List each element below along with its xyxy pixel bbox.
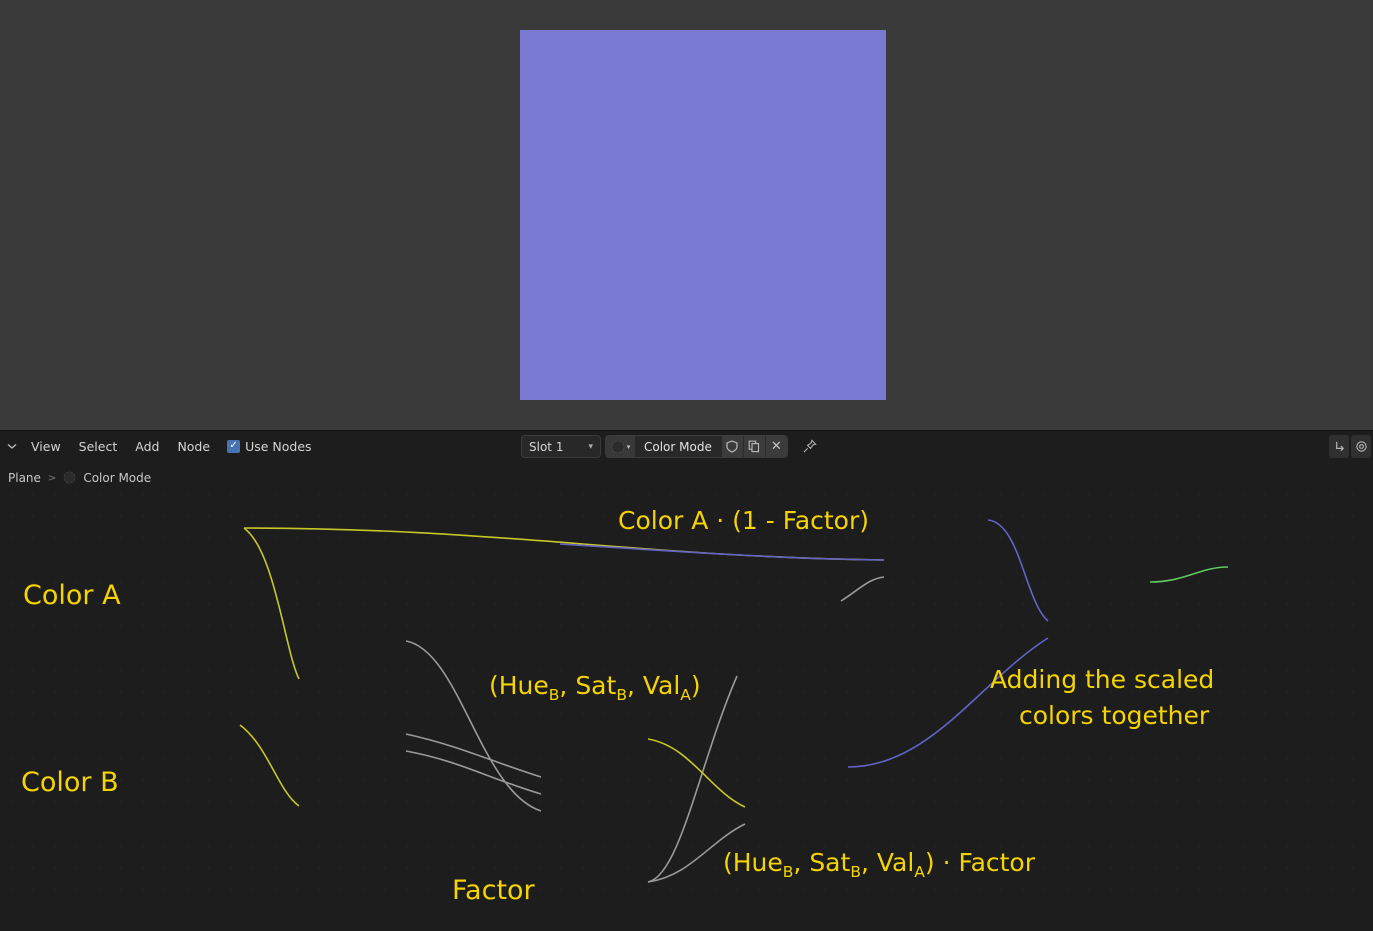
formula-sub-b1: B <box>782 863 794 881</box>
annotation-formula-hsv: (HueB, SatB, ValA) <box>489 670 701 705</box>
breadcrumb-material[interactable]: Color Mode <box>83 471 151 485</box>
checkmark-icon: ✓ <box>227 439 241 453</box>
formula-part-2: , Sat <box>559 671 617 700</box>
breadcrumb-separator: > <box>47 472 57 484</box>
menu-view[interactable]: View <box>22 436 70 457</box>
formula-sub-a: A <box>914 863 925 881</box>
annotation-color-b: Color B <box>21 767 119 798</box>
pin-icon[interactable] <box>798 435 822 458</box>
breadcrumb-object[interactable]: Plane <box>8 471 41 485</box>
shader-editor-header: View Select Add Node ✓ Use Nodes Slot 1 … <box>0 430 1373 461</box>
formula-part-3: , Val <box>860 848 915 877</box>
use-nodes-toggle[interactable]: ✓ Use Nodes <box>227 438 312 454</box>
shield-icon[interactable] <box>720 436 743 457</box>
formula-part-4: ) · Factor <box>924 848 1036 877</box>
proportional-edit-icon[interactable] <box>1351 435 1371 458</box>
formula-part-1: (Hue <box>723 848 783 877</box>
material-sphere-icon <box>63 471 76 485</box>
annotation-adding-line1: Adding the scaled <box>990 665 1215 694</box>
3d-viewport[interactable] <box>0 0 1373 430</box>
annotation-color-a: Color A <box>23 580 121 611</box>
formula-sub-b2: B <box>616 686 627 704</box>
formula-part-3: , Val <box>626 671 681 700</box>
material-datablock: ▾ Color Mode ✕ <box>605 435 788 458</box>
breadcrumb: Plane > Color Mode <box>8 471 151 485</box>
chevron-down-icon: ▾ <box>588 441 593 452</box>
formula-part-4: ) <box>690 671 701 700</box>
formula-sub-b2: B <box>850 863 861 881</box>
annotation-factor: Factor <box>452 875 535 906</box>
formula-part-1: (Hue <box>489 671 549 700</box>
menu-add[interactable]: Add <box>126 436 168 457</box>
shader-node-canvas[interactable]: Plane > Color Mode Color A Color B Facto… <box>0 461 1373 931</box>
menu-select[interactable]: Select <box>70 436 127 457</box>
unlink-x-icon[interactable]: ✕ <box>764 436 787 457</box>
header-tool-buttons <box>1329 435 1371 458</box>
plane-preview <box>520 30 886 400</box>
formula-sub-a: A <box>680 686 691 704</box>
menu-node[interactable]: Node <box>168 436 219 457</box>
slot-select[interactable]: Slot 1 ▾ <box>521 435 601 458</box>
blender-window: View Select Add Node ✓ Use Nodes Slot 1 … <box>0 0 1373 931</box>
slot-select-value: Slot 1 <box>529 439 564 454</box>
duplicate-icon[interactable] <box>742 436 765 457</box>
annotation-formula-hsv-factor: (HueB, SatB, ValA) · Factor <box>723 847 1035 882</box>
snap-icon[interactable] <box>1329 435 1349 458</box>
header-material-controls: Slot 1 ▾ ▾ Color Mode ✕ <box>521 435 822 458</box>
editor-type-icon[interactable] <box>2 436 22 456</box>
annotation-adding-line2: colors together <box>1019 701 1210 730</box>
formula-part-2: , Sat <box>793 848 851 877</box>
material-name-field[interactable]: Color Mode <box>635 436 721 457</box>
annotation-formula-color-a: Color A · (1 - Factor) <box>618 506 870 535</box>
use-nodes-label: Use Nodes <box>245 438 312 454</box>
formula-sub-b1: B <box>548 686 560 704</box>
material-sphere-icon[interactable]: ▾ <box>606 436 635 457</box>
